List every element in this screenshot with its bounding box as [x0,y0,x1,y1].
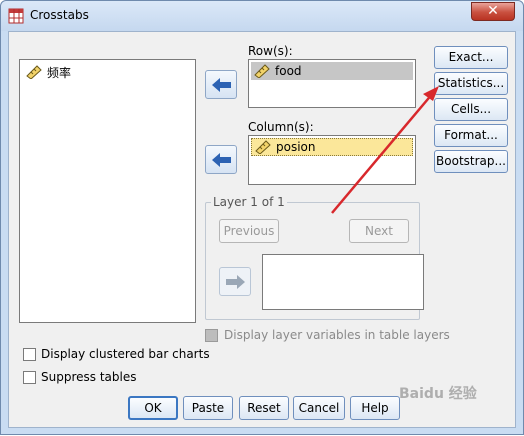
ruler-icon [255,140,271,154]
list-item[interactable]: food [251,62,413,80]
watermark: Baidu 经验 [399,383,499,417]
columns-label: Column(s): [248,120,314,134]
watermark-text: Baidu 经验 [399,386,477,402]
list-item[interactable]: 频率 [23,63,71,81]
dialog-body: 频率 Row(s): food Column(s): posion Layer … [8,31,516,428]
clustered-bar-label: Display clustered bar charts [41,347,210,361]
arrow-right-icon [226,275,245,289]
bootstrap-button[interactable]: Bootstrap... [434,150,508,173]
arrow-left-icon [212,153,231,167]
reset-button[interactable]: Reset [239,396,289,420]
cancel-button[interactable]: Cancel [293,396,345,420]
title-bar[interactable]: Crosstabs ✕ [1,1,523,31]
suppress-tables-checkbox[interactable] [23,371,36,384]
layer-group: Layer 1 of 1 Previous Next [205,195,424,320]
variable-label: 频率 [47,65,72,80]
clustered-bar-checkbox[interactable] [23,348,36,361]
source-variable-list[interactable]: 频率 [19,59,196,323]
exact-button[interactable]: Exact... [434,46,508,69]
columns-list[interactable]: posion [248,135,416,185]
format-button[interactable]: Format... [434,124,508,147]
suppress-tables-label: Suppress tables [41,370,137,384]
arrow-left-icon [212,78,231,92]
next-button[interactable]: Next [349,219,409,243]
statistics-button[interactable]: Statistics... [434,72,508,95]
close-icon: ✕ [487,3,499,19]
ruler-icon [254,64,270,78]
rows-list[interactable]: food [248,59,416,108]
variable-label: posion [276,140,316,154]
close-button[interactable]: ✕ [471,2,515,21]
crosstabs-dialog: Crosstabs ✕ 频率 Row(s): food Column(s): p… [0,0,524,435]
display-layer-checkbox[interactable] [205,329,218,342]
move-to-columns-button[interactable] [205,145,237,174]
list-item[interactable]: posion [251,138,413,156]
variable-label: food [275,64,302,78]
display-layer-label: Display layer variables in table layers [224,328,450,342]
ruler-icon [26,65,42,79]
help-button[interactable]: Help [350,396,400,420]
move-to-rows-button[interactable] [205,70,237,99]
crosstabs-app-icon [8,8,24,24]
window-title: Crosstabs [30,8,89,22]
cells-button[interactable]: Cells... [434,98,508,121]
ok-button[interactable]: OK [128,396,178,420]
layer-legend: Layer 1 of 1 [211,195,287,209]
rows-label: Row(s): [248,44,293,58]
layer-list[interactable] [262,254,424,310]
paste-button[interactable]: Paste [183,396,233,420]
previous-button[interactable]: Previous [219,219,279,243]
move-to-layer-button[interactable] [219,267,251,296]
